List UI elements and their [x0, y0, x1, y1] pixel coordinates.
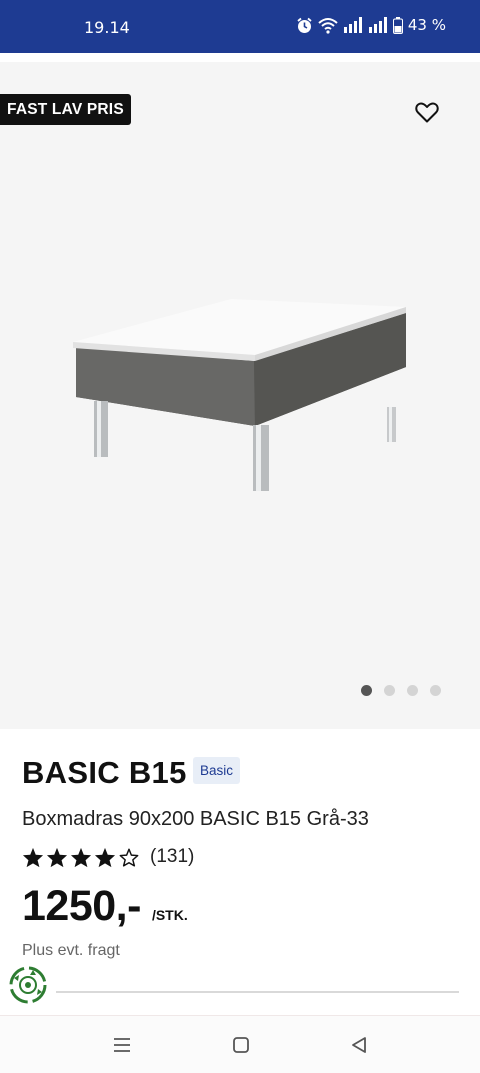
brand-badge[interactable]: Basic — [193, 757, 241, 784]
recycle-icon — [9, 966, 47, 1004]
star-filled-icon — [94, 847, 116, 867]
star-filled-icon — [70, 847, 92, 867]
top-divider — [0, 53, 480, 62]
promo-badge: FAST LAV PRIS — [0, 94, 131, 125]
home-button[interactable] — [229, 1034, 253, 1056]
heart-icon — [415, 102, 439, 122]
battery-icon — [392, 16, 403, 34]
status-icons: 43 % — [296, 16, 446, 34]
price-unit: /STK. — [151, 907, 188, 923]
recent-apps-button[interactable] — [110, 1034, 134, 1056]
rating-stars — [22, 847, 140, 868]
product-rating[interactable]: (131) — [22, 846, 194, 868]
star-filled-icon — [46, 847, 68, 867]
gallery-pagination — [361, 685, 441, 696]
system-nav-bar — [0, 1015, 480, 1073]
status-bar: 19.14 43 % — [0, 0, 480, 53]
product-gallery[interactable]: FAST LAV PRIS — [0, 62, 480, 729]
star-empty-icon — [119, 848, 139, 867]
star-filled-icon — [22, 847, 44, 867]
signal-icon — [343, 17, 362, 33]
back-icon — [352, 1037, 366, 1053]
pagination-dot[interactable] — [407, 685, 418, 696]
review-count: (131) — [150, 846, 195, 867]
shipping-note: Plus evt. fragt — [22, 942, 120, 959]
back-button[interactable] — [347, 1034, 371, 1056]
home-icon — [233, 1037, 249, 1053]
wifi-icon — [318, 17, 338, 34]
recent-apps-icon — [114, 1038, 130, 1052]
status-time: 19.14 — [84, 18, 130, 37]
product-description: Boxmadras 90x200 BASIC B15 Grå-33 — [22, 808, 369, 830]
product-price: 1250,- — [22, 882, 141, 930]
pagination-dot[interactable] — [384, 685, 395, 696]
wishlist-button[interactable] — [411, 97, 443, 127]
product-image[interactable] — [60, 287, 420, 567]
product-title: BASIC B15 — [22, 755, 187, 790]
battery-percentage: 43 % — [407, 16, 446, 34]
pagination-dot[interactable] — [430, 685, 441, 696]
alarm-icon — [297, 17, 312, 33]
section-divider — [56, 991, 459, 993]
pagination-dot[interactable] — [361, 685, 372, 696]
price-row: 1250,- /STK. — [22, 880, 188, 932]
signal-icon — [368, 17, 387, 33]
